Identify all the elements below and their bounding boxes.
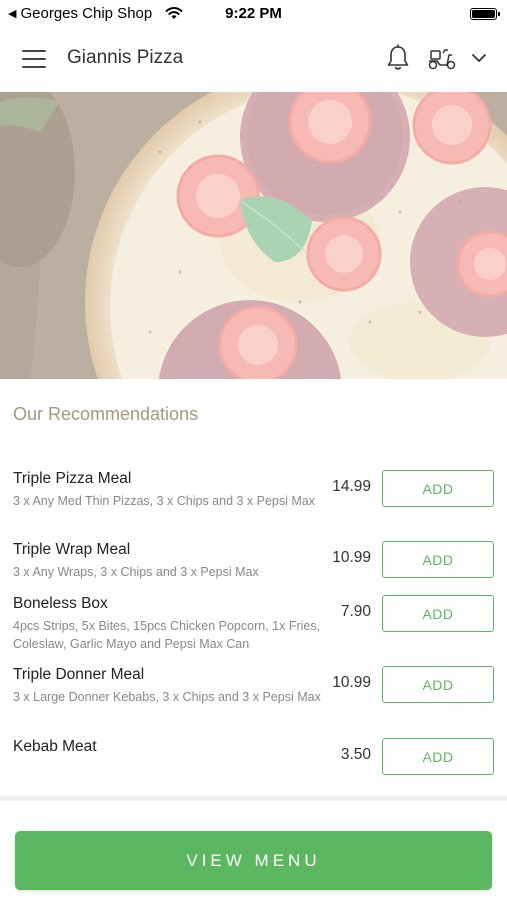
item-price: 10.99 [332,549,371,566]
view-menu-button[interactable]: VIEW MENU [15,831,492,890]
item-name: Kebab Meat [13,738,97,755]
section-divider [0,796,507,801]
item-price: 3.50 [340,746,371,763]
chevron-down-icon[interactable] [471,52,487,64]
item-description: 4pcs Strips, 5x Bites, 15pcs Chicken Pop… [13,619,321,651]
list-item: Triple Donner Meal 3 x Large Donner Keba… [0,666,507,724]
add-button[interactable]: ADD [382,595,494,632]
status-time: 9:22 PM [225,5,282,22]
item-name: Triple Wrap Meal [13,541,131,558]
item-name: Triple Pizza Meal [13,470,132,487]
recommendations-title: Our Recommendations [13,404,199,424]
app-header: Giannis Pizza [0,28,507,92]
item-name: Boneless Box [13,595,108,612]
add-button[interactable]: ADD [382,666,494,703]
add-button[interactable]: ADD [382,470,494,507]
bell-icon[interactable] [385,44,411,72]
add-button[interactable]: ADD [382,541,494,578]
list-item: Kebab Meat 3.50 ADD [0,738,507,778]
list-item: Boneless Box 4pcs Strips, 5x Bites, 15pc… [0,595,507,653]
list-item: Triple Wrap Meal 3 x Any Wraps, 3 x Chip… [0,541,507,585]
hero-image [0,92,507,379]
add-button[interactable]: ADD [382,738,494,775]
pizza-photo [0,92,507,379]
battery-icon [470,8,500,20]
item-name: Triple Donner Meal [13,666,145,683]
item-description: 3 x Any Wraps, 3 x Chips and 3 x Pepsi M… [13,565,259,579]
item-price: 10.99 [332,674,371,691]
status-bar: ◀ Georges Chip Shop 9:22 PM [0,0,507,28]
scooter-icon[interactable] [427,47,457,71]
page-title: Giannis Pizza [67,47,184,68]
item-description: 3 x Any Med Thin Pizzas, 3 x Chips and 3… [13,494,315,508]
item-price: 7.90 [340,603,371,620]
item-description: 3 x Large Donner Kebabs, 3 x Chips and 3… [13,690,321,704]
list-item: Triple Pizza Meal 3 x Any Med Thin Pizza… [0,470,507,530]
menu-icon[interactable] [22,50,46,68]
item-price: 14.99 [332,478,371,495]
